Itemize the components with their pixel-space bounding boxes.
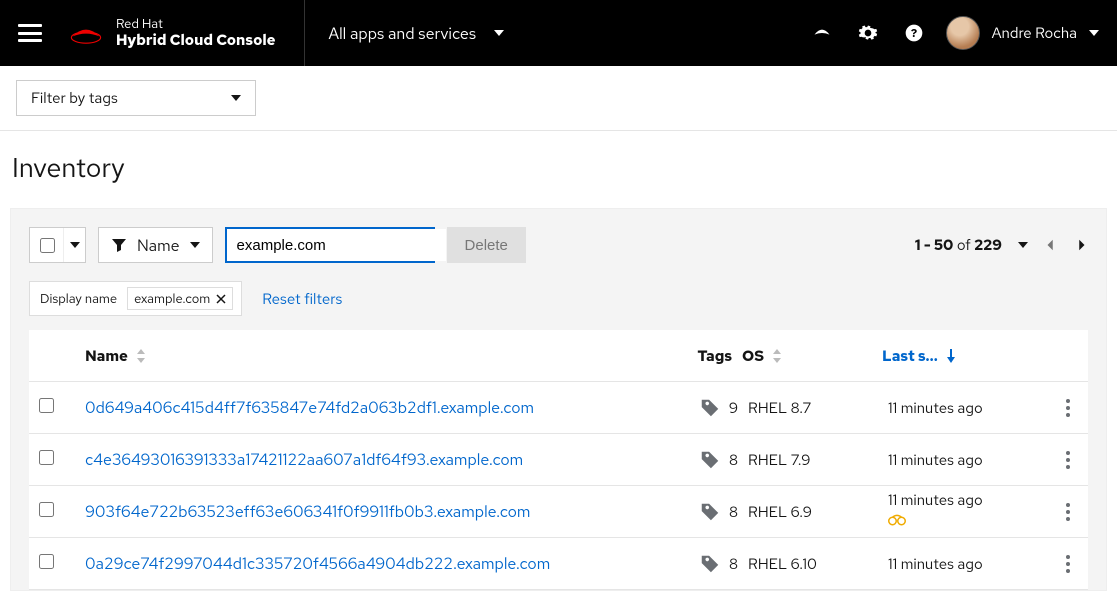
tag-count: 9 [729,398,738,418]
tag-icon [699,501,721,523]
table-row: c4e36493016391333a17421122aa607a1df64f93… [29,434,1088,486]
apps-label: All apps and services [329,23,477,44]
gear-icon[interactable] [858,23,878,43]
header-actions: ? [812,23,924,43]
pagination-count: 1 - 50 of 229 [915,235,1002,255]
bulk-select[interactable] [29,227,86,263]
row-actions-kebab[interactable] [1058,451,1078,469]
hamburger-menu-icon[interactable] [18,24,42,42]
filter-icon [111,237,127,253]
tag-icon [699,553,721,575]
caret-down-icon [190,242,200,248]
tags-cell[interactable]: 8 [648,501,748,523]
toolbar: Name Delete 1 - 50 of 229 [29,227,1088,263]
os-cell: RHEL 8.7 [748,398,888,418]
caret-down-icon [231,95,241,101]
user-name: Andre Rocha [992,23,1077,43]
tag-icon [699,449,721,471]
apps-dropdown[interactable]: All apps and services [329,23,505,44]
notifications-icon[interactable] [812,23,832,43]
row-actions-kebab[interactable] [1058,399,1078,417]
user-menu[interactable]: Andre Rocha [946,16,1099,50]
filter-chips-row: Display name example.com Reset filters [29,281,1088,316]
filter-attribute-select[interactable]: Name [98,227,213,263]
col-tags: Tags [642,346,742,366]
next-page-button[interactable] [1074,238,1088,252]
chip-category: Display name [40,290,117,307]
tag-count: 8 [729,502,738,522]
col-last-seen[interactable]: Last s… [882,346,1042,366]
last-seen-cell: 11 minutes ago [888,554,1048,574]
tags-cell[interactable]: 9 [648,397,748,419]
row-checkbox[interactable] [39,450,54,465]
sort-icon [772,349,782,363]
search-input[interactable] [227,229,446,261]
host-link[interactable]: 0d649a406c415d4ff7f635847e74fd2a063b2df1… [69,397,648,418]
col-os[interactable]: OS [742,346,882,366]
chip-text: example.com [134,290,210,307]
brand-text: Red Hat Hybrid Cloud Console [116,17,276,49]
tags-cell[interactable]: 8 [648,449,748,471]
pagination-dropdown[interactable] [1018,242,1028,248]
tags-cell[interactable]: 8 [648,553,748,575]
help-icon[interactable]: ? [904,23,924,43]
reset-filters-link[interactable]: Reset filters [262,289,342,309]
global-header: Red Hat Hybrid Cloud Console All apps an… [0,0,1117,66]
header-divider [304,0,305,66]
host-link[interactable]: c4e36493016391333a17421122aa607a1df64f93… [69,449,648,470]
tag-filter-label: Filter by tags [31,88,118,108]
filter-chip-group: Display name example.com [29,281,242,316]
tag-count: 8 [729,554,738,574]
filter-attr-label: Name [137,235,180,256]
row-checkbox[interactable] [39,554,54,569]
table-row: 0a29ce74f2997044d1c335720f4566a4904db222… [29,538,1088,590]
filter-by-tags-dropdown[interactable]: Filter by tags [16,80,256,116]
table-header: Name Tags OS Last s… [29,330,1088,382]
row-actions-kebab[interactable] [1058,503,1078,521]
inventory-card: Name Delete 1 - 50 of 229 Display name [10,208,1107,591]
last-seen-cell: 11 minutes ago [888,398,1048,418]
host-link[interactable]: 0a29ce74f2997044d1c335720f4566a4904db222… [69,553,648,574]
caret-down-icon [494,30,504,36]
row-checkbox[interactable] [39,398,54,413]
brand-line2: Hybrid Cloud Console [116,32,276,49]
redhat-logo-icon [68,19,104,47]
sort-desc-icon [946,349,956,363]
col-name[interactable]: Name [69,346,642,366]
bulk-checkbox[interactable] [40,238,55,253]
pagination: 1 - 50 of 229 [915,235,1088,255]
last-seen-cell: 11 minutes ago [888,490,1048,533]
delete-button[interactable]: Delete [447,227,526,263]
os-cell: RHEL 7.9 [748,450,888,470]
page-title: Inventory [0,131,1117,208]
tag-icon [699,397,721,419]
tag-filter-row: Filter by tags [0,66,1117,130]
search-box [225,227,435,263]
warning-icon [888,514,906,528]
filter-chip: example.com [127,287,233,310]
caret-down-icon [1089,30,1099,36]
prev-page-button[interactable] [1044,238,1058,252]
svg-text:?: ? [910,25,916,41]
sort-icon [136,349,146,363]
bulk-select-dropdown[interactable] [63,228,85,262]
inventory-table: Name Tags OS Last s… 0d649a406c415d4ff7f… [29,330,1088,590]
os-cell: RHEL 6.9 [748,502,888,522]
tag-count: 8 [729,450,738,470]
row-actions-kebab[interactable] [1058,555,1078,573]
host-link[interactable]: 903f64e722b63523eff63e606341f0f9911fb0b3… [69,501,648,522]
table-row: 903f64e722b63523eff63e606341f0f9911fb0b3… [29,486,1088,538]
table-row: 0d649a406c415d4ff7f635847e74fd2a063b2df1… [29,382,1088,434]
close-icon[interactable] [216,294,226,304]
last-seen-cell: 11 minutes ago [888,450,1048,470]
avatar [946,16,980,50]
row-checkbox[interactable] [39,502,54,517]
os-cell: RHEL 6.10 [748,554,888,574]
caret-down-icon [70,242,80,248]
